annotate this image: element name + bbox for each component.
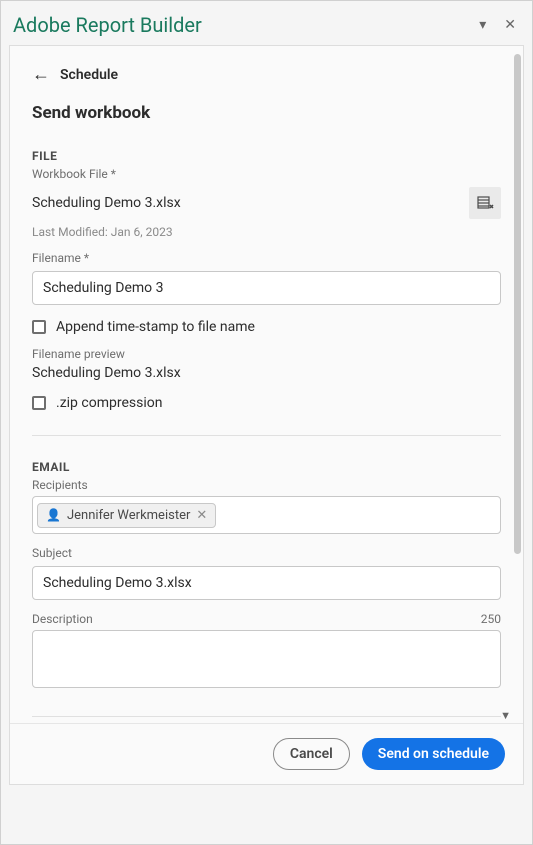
- scroll-area[interactable]: ← Schedule Send workbook FILE Workbook F…: [10, 46, 523, 784]
- zip-compression-label: .zip compression: [56, 395, 162, 411]
- append-timestamp-checkbox[interactable]: [32, 320, 46, 334]
- filename-preview-value: Scheduling Demo 3.xlsx: [32, 365, 501, 381]
- description-textarea[interactable]: [32, 630, 501, 688]
- description-label-row: Description 250: [32, 612, 501, 630]
- back-arrow-icon[interactable]: ←: [32, 64, 50, 85]
- workbook-file-row: Scheduling Demo 3.xlsx: [32, 187, 501, 219]
- breadcrumb: ← Schedule: [32, 64, 501, 85]
- app-title: Adobe Report Builder: [13, 13, 202, 37]
- description-label: Description: [32, 612, 93, 626]
- divider: [32, 435, 501, 436]
- close-icon[interactable]: ✕: [504, 17, 516, 33]
- append-timestamp-label: Append time-stamp to file name: [56, 319, 255, 335]
- chevron-down-icon[interactable]: ▼: [500, 709, 511, 722]
- workbook-file-name: Scheduling Demo 3.xlsx: [32, 195, 181, 211]
- minimize-icon[interactable]: ▾: [479, 17, 486, 33]
- titlebar: Adobe Report Builder ▾ ✕: [1, 1, 532, 45]
- select-workbook-icon[interactable]: [469, 187, 501, 219]
- description-char-limit: 250: [481, 612, 501, 626]
- recipient-chip: 👤 Jennifer Werkmeister ✕: [37, 503, 216, 528]
- file-section-label: FILE: [32, 149, 501, 163]
- append-timestamp-row: Append time-stamp to file name: [32, 319, 501, 335]
- last-modified-text: Last Modified: Jan 6, 2023: [32, 225, 501, 239]
- scrollbar[interactable]: [514, 54, 521, 554]
- recipient-chip-label: Jennifer Werkmeister: [67, 508, 190, 523]
- filename-input[interactable]: [32, 271, 501, 305]
- recipient-chip-remove-icon[interactable]: ✕: [196, 508, 207, 523]
- workbook-file-label: Workbook File *: [32, 167, 501, 181]
- recipients-input[interactable]: 👤 Jennifer Werkmeister ✕: [32, 496, 501, 534]
- user-icon: 👤: [46, 508, 61, 522]
- zip-compression-checkbox[interactable]: [32, 396, 46, 410]
- window-controls: ▾ ✕: [479, 17, 516, 33]
- filename-preview-label: Filename preview: [32, 347, 501, 361]
- send-on-schedule-button[interactable]: Send on schedule: [362, 738, 505, 770]
- recipients-label: Recipients: [32, 478, 501, 492]
- content-wrapper: ← Schedule Send workbook FILE Workbook F…: [9, 45, 524, 785]
- page-title: Send workbook: [32, 103, 501, 123]
- breadcrumb-label[interactable]: Schedule: [60, 67, 118, 83]
- filename-label: Filename *: [32, 251, 501, 265]
- zip-compression-row: .zip compression: [32, 395, 501, 411]
- cancel-button[interactable]: Cancel: [273, 738, 350, 770]
- subject-input[interactable]: [32, 566, 501, 600]
- footer: Cancel Send on schedule: [10, 723, 523, 784]
- subject-label: Subject: [32, 546, 501, 560]
- divider-2: [32, 716, 501, 717]
- email-section-label: EMAIL: [32, 460, 501, 474]
